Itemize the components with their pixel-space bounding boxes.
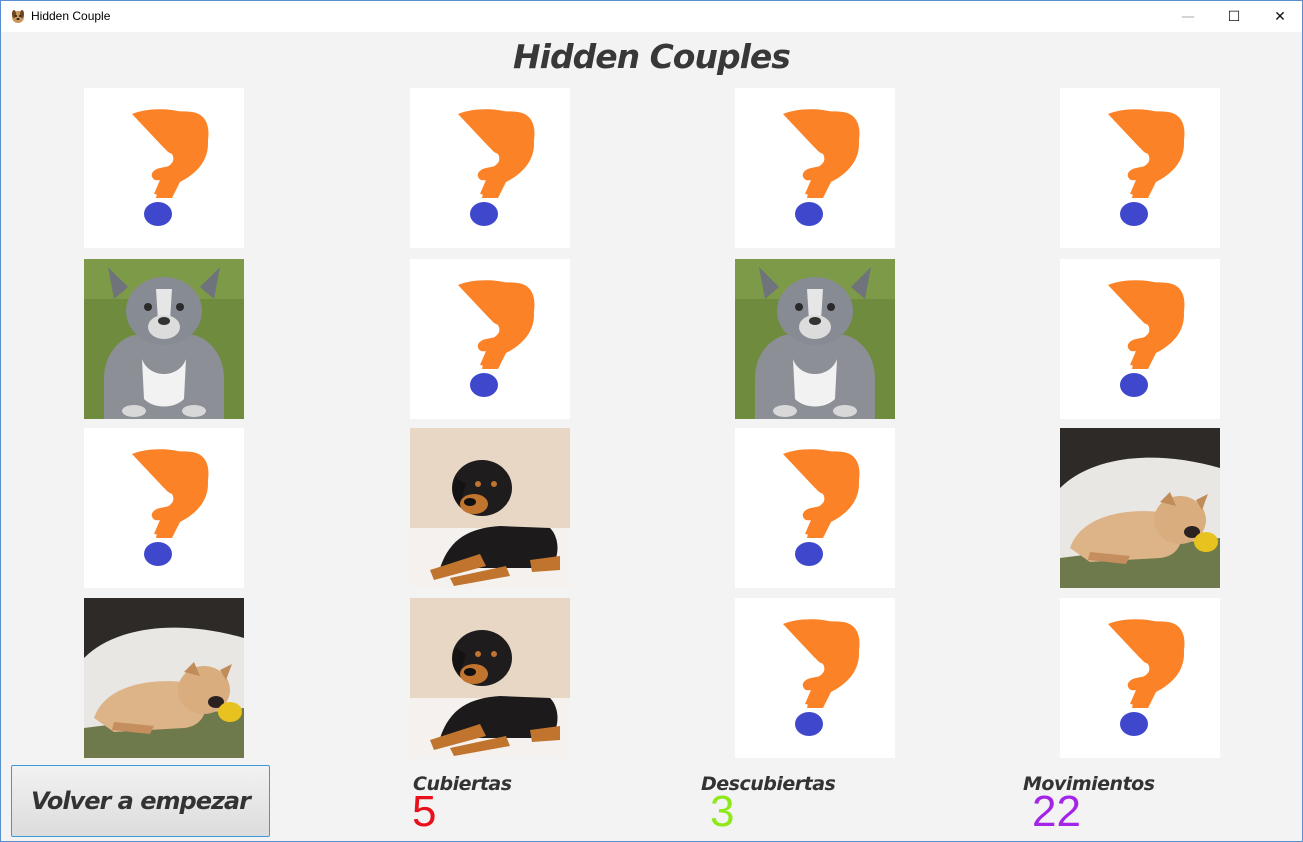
rottweiler-puppy-image: [410, 428, 570, 588]
card-hidden[interactable]: [1060, 259, 1220, 419]
title-bar[interactable]: Hidden Couple — ☐ ✕: [1, 1, 1302, 32]
covered-count: 5: [412, 787, 437, 836]
app-window: Hidden Couple — ☐ ✕ Hidden Couples Volve…: [0, 0, 1303, 842]
card-hidden[interactable]: [84, 428, 244, 588]
window-title: Hidden Couple: [31, 9, 111, 23]
question-mark-icon: [1108, 109, 1185, 226]
question-mark-icon: [132, 449, 209, 566]
card-revealed-sharpei-puppy[interactable]: [84, 598, 244, 758]
question-mark-icon: [1108, 280, 1185, 397]
card-hidden[interactable]: [84, 88, 244, 248]
card-revealed-rottweiler-puppy[interactable]: [410, 598, 570, 758]
card-hidden[interactable]: [410, 88, 570, 248]
card-hidden[interactable]: [735, 428, 895, 588]
uncovered-count: 3: [710, 787, 735, 836]
moves-count: 22: [1032, 787, 1081, 836]
question-mark-icon: [783, 109, 860, 226]
close-button[interactable]: ✕: [1257, 1, 1302, 32]
pitbull-puppy-image: [735, 259, 895, 419]
question-mark-icon: [458, 280, 535, 397]
card-revealed-sharpei-puppy[interactable]: [1060, 428, 1220, 588]
sharpei-puppy-image: [84, 598, 244, 758]
card-hidden[interactable]: [410, 259, 570, 419]
card-revealed-rottweiler-puppy[interactable]: [410, 428, 570, 588]
card-hidden[interactable]: [735, 88, 895, 248]
maximize-button[interactable]: ☐: [1211, 1, 1257, 32]
dog-app-icon: [12, 10, 24, 23]
card-revealed-pitbull-puppy[interactable]: [735, 259, 895, 419]
rottweiler-puppy-image: [410, 598, 570, 758]
question-mark-icon: [1108, 619, 1185, 736]
sharpei-puppy-image: [1060, 428, 1220, 588]
restart-button[interactable]: Volver a empezar: [11, 765, 270, 837]
question-mark-icon: [783, 619, 860, 736]
card-hidden[interactable]: [1060, 598, 1220, 758]
card-revealed-pitbull-puppy[interactable]: [84, 259, 244, 419]
question-mark-icon: [783, 449, 860, 566]
minimize-button[interactable]: —: [1165, 1, 1211, 32]
question-mark-icon: [132, 109, 209, 226]
game-title: Hidden Couples: [513, 37, 791, 76]
pitbull-puppy-image: [84, 259, 244, 419]
question-mark-icon: [458, 109, 535, 226]
card-hidden[interactable]: [1060, 88, 1220, 248]
card-hidden[interactable]: [735, 598, 895, 758]
